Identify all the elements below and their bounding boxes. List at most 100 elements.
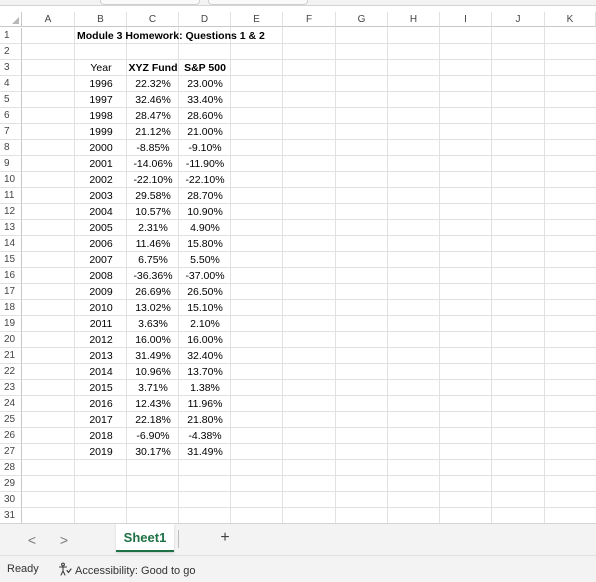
fund-return-cell[interactable]: 2.31% [127, 220, 179, 236]
row-header-24[interactable]: 24 [0, 396, 22, 412]
row-header-10[interactable]: 10 [0, 172, 22, 188]
row-header-8[interactable]: 8 [0, 140, 22, 156]
fund-return-cell[interactable]: 3.63% [127, 316, 179, 332]
sp500-return-cell[interactable]: 16.00% [179, 332, 231, 348]
row-header-26[interactable]: 26 [0, 428, 22, 444]
row-header-4[interactable]: 4 [0, 76, 22, 92]
sp500-return-cell[interactable]: 33.40% [179, 92, 231, 108]
year-cell[interactable]: 2016 [75, 396, 127, 412]
row-header-16[interactable]: 16 [0, 268, 22, 284]
row-header-7[interactable]: 7 [0, 124, 22, 140]
sp500-return-cell[interactable]: 28.60% [179, 108, 231, 124]
fund-return-cell[interactable]: -14.06% [127, 156, 179, 172]
sp500-return-cell[interactable]: -37.00% [179, 268, 231, 284]
year-cell[interactable]: 2008 [75, 268, 127, 284]
row-header-29[interactable]: 29 [0, 476, 22, 492]
fund-return-cell[interactable]: 12.43% [127, 396, 179, 412]
sp500-return-cell[interactable]: 1.38% [179, 380, 231, 396]
year-cell[interactable]: 2009 [75, 284, 127, 300]
row-header-3[interactable]: 3 [0, 60, 22, 76]
year-cell[interactable]: 2006 [75, 236, 127, 252]
year-cell[interactable]: 1999 [75, 124, 127, 140]
fund-return-cell[interactable]: 11.46% [127, 236, 179, 252]
fund-return-cell[interactable]: 26.69% [127, 284, 179, 300]
year-cell[interactable]: 2018 [75, 428, 127, 444]
row-header-28[interactable]: 28 [0, 460, 22, 476]
sp500-return-cell[interactable]: 15.80% [179, 236, 231, 252]
fund-return-cell[interactable]: 22.18% [127, 412, 179, 428]
sp500-return-cell[interactable]: 5.50% [179, 252, 231, 268]
year-cell[interactable]: 2000 [75, 140, 127, 156]
column-header-f[interactable]: F [283, 12, 336, 27]
row-header-20[interactable]: 20 [0, 332, 22, 348]
sp500-return-cell[interactable]: -22.10% [179, 172, 231, 188]
sp500-return-cell[interactable]: 32.40% [179, 348, 231, 364]
column-header-i[interactable]: I [440, 12, 492, 27]
header-sp500-cell[interactable]: S&P 500 [179, 60, 231, 76]
column-header-j[interactable]: J [492, 12, 545, 27]
fund-return-cell[interactable]: -22.10% [127, 172, 179, 188]
sheet-title-cell[interactable]: Module 3 Homework: Questions 1 & 2 [77, 28, 265, 44]
fund-return-cell[interactable]: 29.58% [127, 188, 179, 204]
row-header-21[interactable]: 21 [0, 348, 22, 364]
year-cell[interactable]: 2011 [75, 316, 127, 332]
year-cell[interactable]: 2017 [75, 412, 127, 428]
fund-return-cell[interactable]: 10.96% [127, 364, 179, 380]
header-fund-cell[interactable]: XYZ Fund [127, 60, 179, 76]
row-header-23[interactable]: 23 [0, 380, 22, 396]
fund-return-cell[interactable]: 22.32% [127, 76, 179, 92]
sp500-return-cell[interactable]: 10.90% [179, 204, 231, 220]
fund-return-cell[interactable]: -8.85% [127, 140, 179, 156]
year-cell[interactable]: 2004 [75, 204, 127, 220]
fund-return-cell[interactable]: 13.02% [127, 300, 179, 316]
fund-return-cell[interactable]: 21.12% [127, 124, 179, 140]
sheet-tab-sheet1[interactable]: Sheet1 [116, 524, 174, 552]
row-header-18[interactable]: 18 [0, 300, 22, 316]
year-cell[interactable]: 2014 [75, 364, 127, 380]
row-header-25[interactable]: 25 [0, 412, 22, 428]
sp500-return-cell[interactable]: 21.80% [179, 412, 231, 428]
row-header-9[interactable]: 9 [0, 156, 22, 172]
row-header-19[interactable]: 19 [0, 316, 22, 332]
year-cell[interactable]: 1997 [75, 92, 127, 108]
sp500-return-cell[interactable]: -11.90% [179, 156, 231, 172]
sp500-return-cell[interactable]: -4.38% [179, 428, 231, 444]
row-header-15[interactable]: 15 [0, 252, 22, 268]
fund-return-cell[interactable]: 28.47% [127, 108, 179, 124]
year-cell[interactable]: 1998 [75, 108, 127, 124]
add-sheet-button[interactable]: + [216, 529, 234, 547]
select-all-triangle-icon[interactable] [0, 12, 22, 27]
column-header-e[interactable]: E [231, 12, 283, 27]
row-header-13[interactable]: 13 [0, 220, 22, 236]
sp500-return-cell[interactable]: -9.10% [179, 140, 231, 156]
column-header-k[interactable]: K [545, 12, 596, 27]
fund-return-cell[interactable]: 10.57% [127, 204, 179, 220]
sp500-return-cell[interactable]: 31.49% [179, 444, 231, 460]
fund-return-cell[interactable]: 16.00% [127, 332, 179, 348]
sp500-return-cell[interactable]: 11.96% [179, 396, 231, 412]
fund-return-cell[interactable]: 32.46% [127, 92, 179, 108]
row-header-2[interactable]: 2 [0, 44, 22, 60]
column-header-a[interactable]: A [22, 12, 75, 27]
column-header-b[interactable]: B [75, 12, 127, 27]
sp500-return-cell[interactable]: 21.00% [179, 124, 231, 140]
sp500-return-cell[interactable]: 4.90% [179, 220, 231, 236]
year-cell[interactable]: 2001 [75, 156, 127, 172]
accessibility-status-button[interactable]: Accessibility: Good to go [58, 562, 195, 579]
year-cell[interactable]: 2003 [75, 188, 127, 204]
year-cell[interactable]: 2005 [75, 220, 127, 236]
prev-sheet-button[interactable]: < [24, 532, 40, 548]
fund-return-cell[interactable]: 30.17% [127, 444, 179, 460]
row-header-12[interactable]: 12 [0, 204, 22, 220]
year-cell[interactable]: 2010 [75, 300, 127, 316]
fund-return-cell[interactable]: 6.75% [127, 252, 179, 268]
year-cell[interactable]: 2007 [75, 252, 127, 268]
year-cell[interactable]: 2015 [75, 380, 127, 396]
column-header-d[interactable]: D [179, 12, 231, 27]
column-header-g[interactable]: G [336, 12, 388, 27]
sp500-return-cell[interactable]: 2.10% [179, 316, 231, 332]
row-header-31[interactable]: 31 [0, 508, 22, 524]
sp500-return-cell[interactable]: 15.10% [179, 300, 231, 316]
year-cell[interactable]: 2012 [75, 332, 127, 348]
row-header-14[interactable]: 14 [0, 236, 22, 252]
